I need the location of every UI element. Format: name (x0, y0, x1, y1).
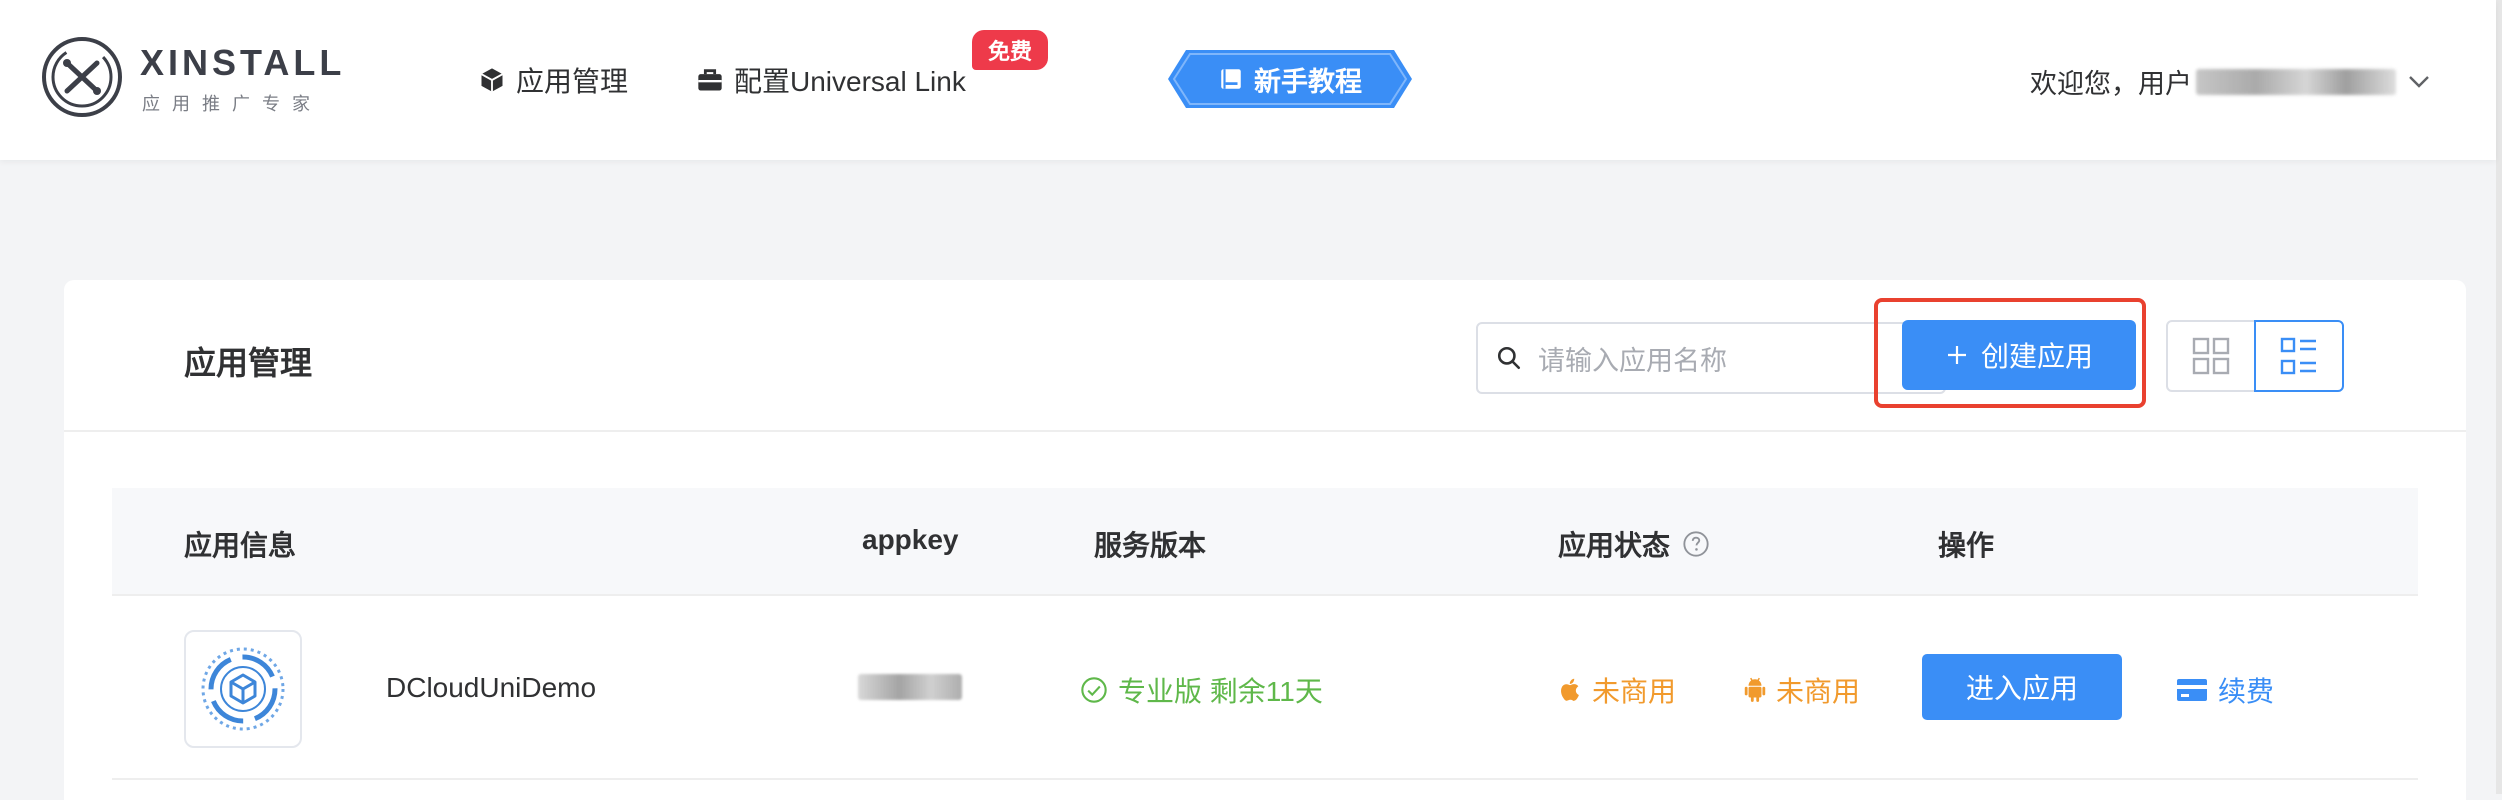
android-status: 未商用 (1742, 670, 1860, 710)
column-version: 服务版本 (1094, 530, 1207, 561)
apple-icon (1561, 678, 1579, 701)
search-placeholder: 请输入应用名称 (1538, 345, 1727, 376)
card-header: 应用管理 请输入应用名称 创建应用 (64, 280, 2466, 432)
brand-name: XINSTALL (140, 42, 346, 83)
list-view-icon (2280, 337, 2316, 375)
briefcase-icon (698, 69, 722, 91)
ios-status: 未商用 (1558, 670, 1676, 710)
create-app-label: 创建应用 (1980, 341, 2093, 372)
welcome-text: 欢迎您，用户 (2030, 69, 2192, 99)
column-status-label: 应用状态 (1558, 530, 1671, 561)
column-appkey: appkey (862, 524, 959, 555)
redacted-username (2196, 68, 2396, 95)
nav-app-management[interactable]: 应用管理 (478, 60, 628, 100)
tutorial-button[interactable]: 新手教程 (1168, 50, 1412, 108)
table-row: DCloudUniDemo 专业版 剩余11天 未商用 未商用 进入应用 续费 (112, 596, 2418, 780)
service-version: 专业版 剩余11天 (1080, 670, 1323, 710)
tutorial-label: 新手教程 (1254, 66, 1362, 97)
list-view-toggle[interactable] (2254, 320, 2344, 392)
app-icon (184, 630, 302, 748)
column-status: 应用状态 (1558, 524, 1710, 564)
dcloud-app-icon (201, 647, 285, 731)
nav-universal-link[interactable]: 配置Universal Link (696, 60, 966, 100)
redacted-appkey (858, 674, 962, 700)
table-header: 应用信息 appkey 服务版本 应用状态 操作 (112, 488, 2418, 596)
xinstall-logo-icon (42, 37, 122, 117)
app-management-card: 应用管理 请输入应用名称 创建应用 应用信息 appkey 服务版本 应用状态 … (64, 280, 2466, 800)
chevron-down-icon (2409, 75, 2429, 88)
brand-tagline: 应用推广专家 (142, 94, 322, 114)
renew-label: 续费 (2218, 676, 2275, 707)
grid-view-toggle[interactable] (2166, 320, 2256, 392)
android-icon (1744, 677, 1766, 702)
free-badge: 免费 (972, 30, 1048, 70)
page-title: 应用管理 (184, 345, 313, 381)
book-icon (1221, 69, 1241, 89)
create-app-button[interactable]: 创建应用 (1902, 320, 2136, 390)
card-icon (2177, 679, 2207, 701)
plus-icon (1947, 346, 1966, 364)
app-name: DCloudUniDemo (386, 672, 597, 703)
check-circle-icon (1081, 677, 1107, 703)
top-header: XINSTALL 应用推广专家 应用管理 配置Universal Link 免费 (0, 0, 2496, 160)
renew-link[interactable]: 续费 (2176, 670, 2274, 710)
column-app-info: 应用信息 (184, 530, 297, 561)
service-version-text: 专业版 剩余11天 (1118, 676, 1323, 707)
enter-app-button[interactable]: 进入应用 (1922, 654, 2122, 720)
cube-icon (481, 68, 503, 92)
help-icon[interactable] (1682, 530, 1710, 558)
android-status-text: 未商用 (1776, 676, 1861, 707)
ios-status-text: 未商用 (1592, 676, 1677, 707)
window-right-border (2496, 0, 2502, 794)
user-menu[interactable]: 欢迎您，用户 (2030, 62, 2430, 101)
nav-app-management-label: 应用管理 (516, 66, 629, 97)
grid-view-icon (2192, 337, 2230, 375)
brand-logo[interactable]: XINSTALL 应用推广专家 (40, 32, 341, 122)
search-icon (1497, 346, 1521, 370)
nav-universal-link-label: 配置Universal Link (734, 66, 966, 97)
column-actions: 操作 (1938, 530, 1995, 561)
